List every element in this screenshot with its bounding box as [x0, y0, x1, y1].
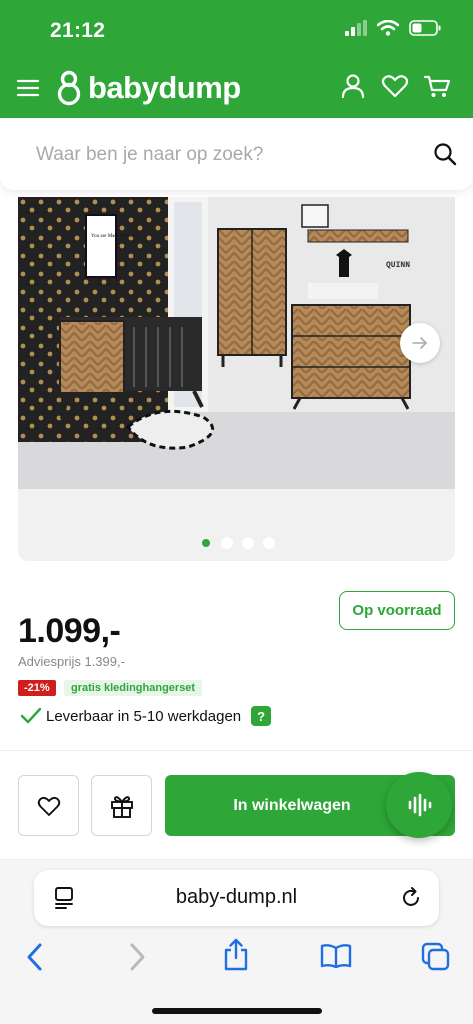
status-bar: 21:12 — [0, 0, 473, 62]
status-time: 21:12 — [50, 19, 106, 42]
heart-icon[interactable] — [381, 72, 409, 100]
add-to-cart-label: In winkelwagen — [233, 796, 351, 814]
arrow-right-icon — [412, 337, 427, 349]
search-icon[interactable] — [433, 142, 457, 166]
signal-icon — [345, 20, 367, 36]
logo-icon — [57, 70, 81, 106]
brand-logo[interactable]: babydump — [56, 70, 241, 106]
header-actions — [339, 72, 451, 100]
advice-price: Adviesprijs 1.399,- — [18, 654, 125, 669]
menu-icon[interactable] — [16, 76, 40, 100]
back-icon[interactable] — [24, 942, 46, 972]
delivery-help-button[interactable]: ? — [251, 706, 272, 726]
discount-badge: -21% — [18, 680, 56, 696]
gallery-dots — [200, 537, 275, 549]
brand-name: babydump — [88, 70, 241, 105]
check-icon — [20, 707, 42, 724]
url-text[interactable]: baby-dump.nl — [34, 886, 439, 909]
bookmarks-icon[interactable] — [320, 942, 352, 970]
product-image[interactable]: You are Made of magic QUINN — [18, 197, 455, 489]
stock-status-badge: Op voorraad — [339, 591, 455, 630]
gallery-dot[interactable] — [221, 537, 233, 549]
browser-nav — [0, 938, 473, 980]
gallery-dot[interactable] — [202, 539, 210, 547]
product-price: 1.099,- — [18, 612, 121, 650]
wifi-icon — [377, 20, 399, 36]
sound-wave-icon — [408, 793, 432, 817]
delivery-text: Leverbaar in 5-10 werkdagen — [46, 707, 242, 725]
heart-icon — [37, 796, 60, 816]
app-header: babydump — [0, 62, 473, 118]
gift-icon — [110, 795, 133, 818]
promo-badge: gratis kledinghangerset — [64, 680, 203, 696]
gallery-next-button[interactable] — [400, 323, 440, 363]
forward-icon[interactable] — [126, 942, 148, 972]
browser-chrome: baby-dump.nl — [0, 860, 473, 1024]
gallery-dot[interactable] — [242, 537, 254, 549]
reload-icon[interactable] — [399, 886, 423, 910]
battery-icon — [409, 20, 441, 36]
product-gallery[interactable]: You are Made of magic QUINN — [18, 197, 455, 561]
delivery-info: Leverbaar in 5-10 werkdagen ? — [20, 706, 272, 726]
image-label: QUINN — [386, 261, 410, 270]
user-icon[interactable] — [339, 72, 367, 100]
poster-text: You are Made of magic — [91, 234, 139, 239]
wishlist-button[interactable] — [18, 775, 79, 836]
cart-icon[interactable] — [423, 72, 451, 100]
tabs-icon[interactable] — [421, 942, 451, 972]
voice-assistant-button[interactable] — [386, 772, 452, 838]
gift-button[interactable] — [91, 775, 152, 836]
url-bar[interactable]: baby-dump.nl — [34, 870, 439, 926]
home-indicator — [152, 1008, 322, 1014]
status-icons — [345, 20, 441, 36]
search-input[interactable]: Waar ben je naar op zoek? — [36, 144, 263, 166]
share-icon[interactable] — [222, 938, 250, 972]
search-bar[interactable]: Waar ben je naar op zoek? — [0, 118, 473, 190]
gallery-dot[interactable] — [263, 537, 275, 549]
